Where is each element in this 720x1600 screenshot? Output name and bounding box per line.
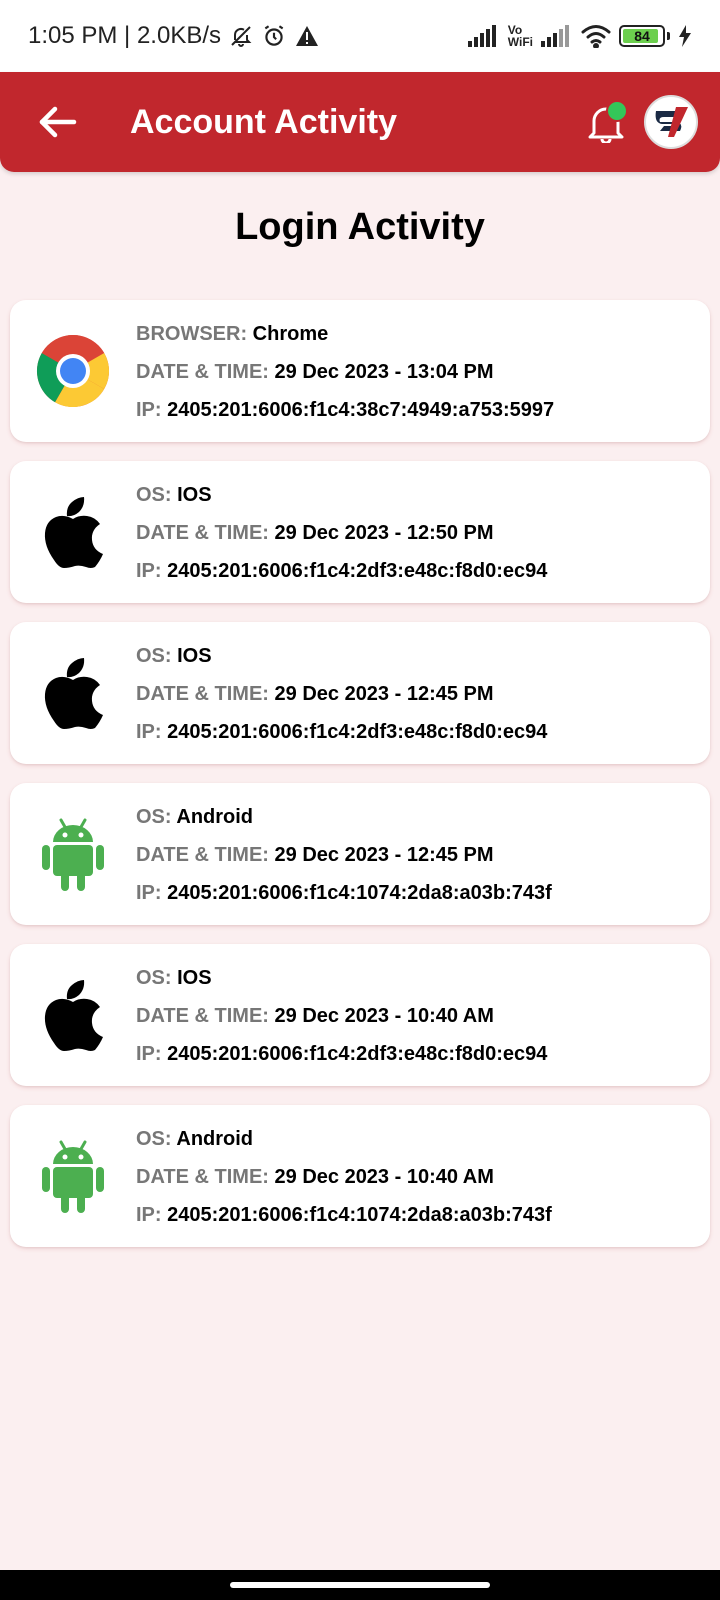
date-time-row: DATE & TIME: 29 Dec 2023 - 13:04 PM: [136, 359, 554, 385]
date-time-value: 29 Dec 2023 - 12:45 PM: [274, 844, 494, 866]
chrome-icon: [36, 335, 110, 408]
android-icon: [42, 1140, 104, 1213]
battery-level: 84: [634, 28, 650, 44]
activity-type-row: OS: IOS: [136, 482, 547, 508]
activity-type-label: BROWSER:: [136, 323, 253, 345]
activity-type-value: IOS: [177, 645, 212, 667]
apple-icon: [44, 658, 103, 729]
alarm-icon: [261, 23, 287, 49]
login-activity-list: BROWSER: Chrome DATE & TIME: 29 Dec 2023…: [10, 300, 710, 1266]
activity-type-row: OS: Android: [136, 804, 552, 830]
date-time-value: 29 Dec 2023 - 12:45 PM: [274, 683, 494, 705]
ip-label: IP:: [136, 399, 168, 421]
activity-type-value: IOS: [177, 967, 212, 989]
ip-row: IP: 2405:201:6006:f1c4:2df3:e48c:f8d0:ec…: [136, 1041, 547, 1067]
app-title: Account Activity: [130, 102, 398, 141]
ip-row: IP: 2405:201:6006:f1c4:1074:2da8:a03b:74…: [136, 880, 552, 906]
date-time-row: DATE & TIME: 29 Dec 2023 - 12:45 PM: [136, 681, 547, 707]
date-time-label: DATE & TIME:: [136, 844, 275, 866]
ip-label: IP:: [136, 1204, 168, 1226]
ip-label: IP:: [136, 1043, 168, 1065]
ip-value: 2405:201:6006:f1c4:2df3:e48c:f8d0:ec94: [167, 560, 548, 582]
date-time-row: DATE & TIME: 29 Dec 2023 - 12:50 PM: [136, 520, 547, 546]
login-activity-card: BROWSER: Chrome DATE & TIME: 29 Dec 2023…: [10, 300, 710, 442]
bell-off-icon: [229, 24, 253, 48]
vowifi-bottom: WiFi: [507, 35, 533, 49]
notification-dot: [606, 100, 628, 122]
date-time-label: DATE & TIME:: [136, 683, 275, 705]
back-arrow-icon: [39, 106, 77, 138]
login-activity-card: OS: IOS DATE & TIME: 29 Dec 2023 - 10:40…: [10, 944, 710, 1086]
apple-icon: [44, 980, 103, 1051]
signal-icon-secondary: [541, 25, 573, 47]
battery-icon: 84: [619, 25, 665, 47]
ip-value: 2405:201:6006:f1c4:1074:2da8:a03b:743f: [167, 1204, 552, 1226]
activity-type-row: BROWSER: Chrome: [136, 321, 554, 347]
activity-type-value: IOS: [177, 484, 212, 506]
activity-type-label: OS:: [136, 484, 178, 506]
date-time-value: 29 Dec 2023 - 10:40 AM: [274, 1166, 494, 1188]
wifi-icon: [581, 24, 611, 48]
ip-value: 2405:201:6006:f1c4:2df3:e48c:f8d0:ec94: [167, 1043, 548, 1065]
home-indicator[interactable]: [230, 1582, 490, 1588]
login-activity-card: OS: Android DATE & TIME: 29 Dec 2023 - 1…: [10, 1105, 710, 1247]
activity-type-value: Chrome: [252, 323, 329, 345]
notifications-button[interactable]: [582, 98, 630, 146]
profile-avatar[interactable]: [644, 95, 698, 149]
signal-icon: [467, 25, 500, 47]
date-time-label: DATE & TIME:: [136, 1166, 275, 1188]
date-time-value: 29 Dec 2023 - 12:50 PM: [274, 522, 494, 544]
activity-type-label: OS:: [136, 806, 177, 828]
status-time-speed: 1:05 PM | 2.0KB/s: [28, 22, 221, 49]
ip-label: IP:: [136, 882, 168, 904]
ip-value: 2405:201:6006:f1c4:2df3:e48c:f8d0:ec94: [167, 721, 548, 743]
status-bar: 1:05 PM | 2.0KB/s Vo WiFi 84: [0, 0, 720, 72]
date-time-value: 29 Dec 2023 - 13:04 PM: [274, 361, 494, 383]
vowifi-indicator: Vo WiFi: [508, 24, 533, 48]
activity-type-row: OS: IOS: [136, 965, 547, 991]
charging-icon: [678, 25, 692, 47]
activity-type-label: OS:: [136, 645, 178, 667]
date-time-row: DATE & TIME: 29 Dec 2023 - 10:40 AM: [136, 1003, 547, 1029]
apple-icon: [44, 497, 103, 568]
brand-logo-icon: [655, 107, 688, 137]
date-time-label: DATE & TIME:: [136, 361, 275, 383]
login-activity-card: OS: IOS DATE & TIME: 29 Dec 2023 - 12:50…: [10, 461, 710, 603]
activity-type-label: OS:: [136, 1128, 177, 1150]
activity-type-value: Android: [176, 806, 254, 828]
back-button[interactable]: [36, 100, 80, 144]
ip-label: IP:: [136, 560, 168, 582]
ip-value: 2405:201:6006:f1c4:1074:2da8:a03b:743f: [167, 882, 552, 904]
date-time-label: DATE & TIME:: [136, 1005, 275, 1027]
ip-row: IP: 2405:201:6006:f1c4:1074:2da8:a03b:74…: [136, 1202, 552, 1228]
ip-row: IP: 2405:201:6006:f1c4:2df3:e48c:f8d0:ec…: [136, 719, 547, 745]
ip-row: IP: 2405:201:6006:f1c4:2df3:e48c:f8d0:ec…: [136, 558, 547, 584]
android-icon: [42, 818, 104, 891]
warning-icon: [295, 25, 319, 47]
login-activity-card: OS: Android DATE & TIME: 29 Dec 2023 - 1…: [10, 783, 710, 925]
page-heading: Login Activity: [235, 206, 485, 248]
gesture-nav-bar: [0, 1570, 720, 1600]
activity-type-label: OS:: [136, 967, 178, 989]
date-time-value: 29 Dec 2023 - 10:40 AM: [274, 1005, 494, 1027]
app-bar: Account Activity: [0, 72, 720, 172]
ip-label: IP:: [136, 721, 168, 743]
date-time-row: DATE & TIME: 29 Dec 2023 - 10:40 AM: [136, 1164, 552, 1190]
login-activity-card: OS: IOS DATE & TIME: 29 Dec 2023 - 12:45…: [10, 622, 710, 764]
date-time-label: DATE & TIME:: [136, 522, 275, 544]
activity-type-row: OS: IOS: [136, 643, 547, 669]
ip-row: IP: 2405:201:6006:f1c4:38c7:4949:a753:59…: [136, 397, 554, 423]
ip-value: 2405:201:6006:f1c4:38c7:4949:a753:5997: [167, 399, 555, 421]
activity-type-value: Android: [176, 1128, 254, 1150]
date-time-row: DATE & TIME: 29 Dec 2023 - 12:45 PM: [136, 842, 552, 868]
activity-type-row: OS: Android: [136, 1126, 552, 1152]
